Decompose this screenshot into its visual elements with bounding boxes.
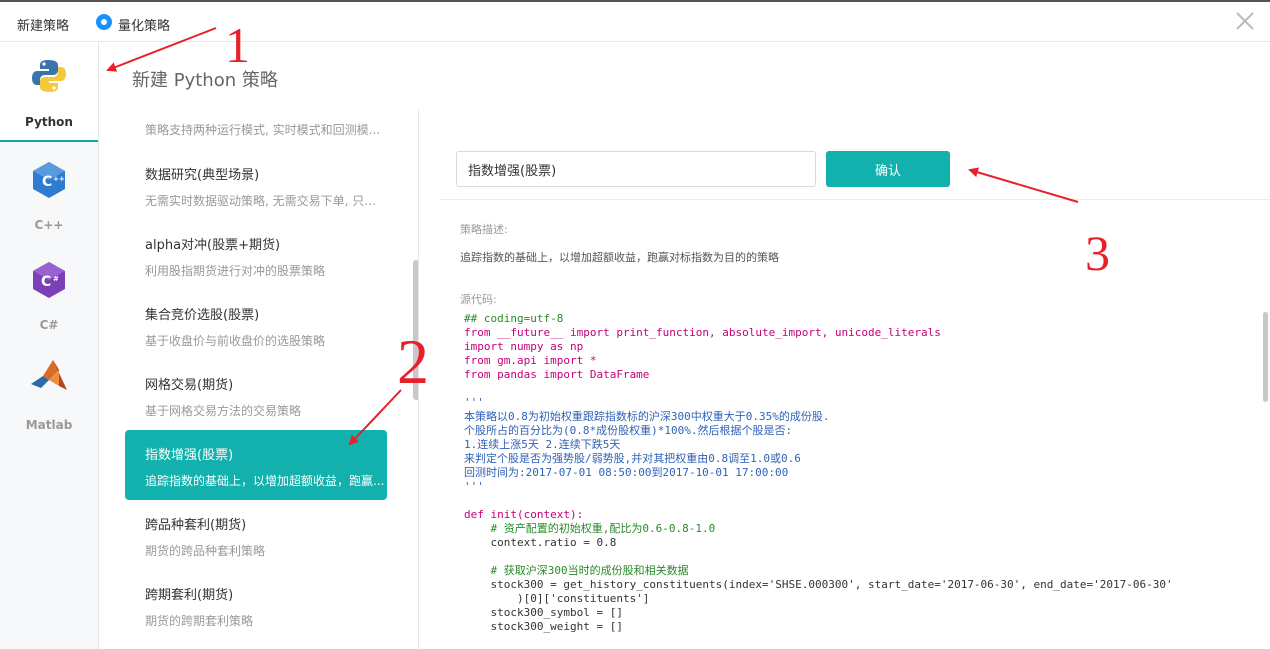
svg-text:#: # [53, 275, 59, 283]
cpp-icon: C ++ [33, 162, 65, 198]
strategy-title: alpha对冲(股票+期货) [145, 238, 281, 253]
csharp-icon: C # [33, 262, 65, 298]
language-cpp[interactable]: C ++ C++ [0, 152, 98, 242]
strategy-template-list: 策略支持两种运行模式, 实时模式和回测模... 数据研究(典型场景) 无需实时数… [99, 110, 419, 649]
code-line: ''' [464, 396, 484, 409]
strategy-name-input[interactable] [456, 151, 816, 187]
quant-strategy-radio[interactable] [96, 14, 112, 30]
strategy-title: 网格交易(期货) [145, 378, 234, 393]
annotation-number-3: 3 [1085, 225, 1110, 281]
description-text: 追踪指数的基础上，以增加超额收益，跑赢对标指数为目的的策略 [460, 251, 779, 264]
svg-text:C: C [41, 274, 51, 290]
strategy-title: 跨品种套利(期货) [145, 518, 247, 533]
strategy-intro-text: 策略支持两种运行模式, 实时模式和回测模... [145, 123, 381, 137]
close-icon[interactable] [1234, 10, 1256, 32]
code-line: # 资产配置的初始权重,配比为0.6-0.8-1.0 [464, 522, 716, 535]
code-line: from gm.api import * [464, 354, 597, 367]
strategy-item-data-research[interactable]: 数据研究(典型场景) 无需实时数据驱动策略, 无需交易下单, 只是... [125, 150, 387, 220]
strategy-title: 指数增强(股票) [145, 448, 234, 463]
matlab-icon [31, 360, 67, 390]
quant-strategy-label[interactable]: 量化策略 [118, 15, 170, 34]
strategy-item-calendar-spread[interactable]: 跨期套利(期货) 期货的跨期套利策略 [125, 570, 387, 640]
confirm-button[interactable]: 确认 [826, 151, 950, 187]
code-line: from __future__ import print_function, a… [464, 326, 941, 339]
strategy-desc: 基于收盘价与前收盘价的选股策略 [145, 334, 326, 348]
language-label: Python [25, 115, 73, 129]
strategy-title: 集合竞价选股(股票) [145, 308, 260, 323]
code-line: 本策略以0.8为初始权重跟踪指数标的沪深300中权重大于0.35%的成份股. [464, 410, 830, 423]
strategy-title: 数据研究(典型场景) [145, 168, 260, 183]
code-line: context.ratio = 0.8 [464, 536, 617, 549]
code-line: stock300_weight = [] [464, 620, 623, 633]
source-code-label: 源代码: [460, 293, 497, 306]
code-scrollbar[interactable] [1263, 312, 1268, 402]
strategy-desc: 利用股指期货进行对冲的股票策略 [145, 264, 326, 278]
strategy-item-call-auction[interactable]: 集合竞价选股(股票) 基于收盘价与前收盘价的选股策略 [125, 290, 387, 360]
strategy-desc: 追踪指数的基础上，以增加超额收益，跑赢... [145, 474, 385, 488]
language-label: Matlab [25, 418, 73, 432]
code-line: 个股所占的百分比为(0.8*成份股权重)*100%.然后根据个股是否: [464, 424, 793, 437]
code-line: def init(context): [464, 508, 584, 521]
dialog-title: 新建策略 [17, 19, 70, 34]
strategy-desc: 期货的跨品种套利策略 [145, 544, 266, 558]
language-label: C++ [34, 218, 64, 232]
description-label: 策略描述: [460, 223, 508, 236]
code-line: 1.连续上涨5天 2.连续下跌5天 [464, 438, 621, 451]
strategy-desc: 无需实时数据驱动策略, 无需交易下单, 只是... [145, 194, 385, 208]
new-strategy-dialog: 新建策略 量化策略 Python C ++ C++ C # C# Matlab … [0, 0, 1270, 649]
svg-text:C: C [42, 174, 52, 190]
code-line: 来判定个股是否为强势股/弱势股,并对其把权重由0.8调至1.0或0.6 [464, 452, 801, 465]
strategy-item-alpha-hedge[interactable]: alpha对冲(股票+期货) 利用股指期货进行对冲的股票策略 [125, 220, 387, 290]
strategy-detail-panel: 确认 策略描述: 追踪指数的基础上，以增加超额收益，跑赢对标指数为目的的策略 源… [420, 110, 1270, 649]
python-icon [32, 60, 66, 92]
annotation-number-1: 1 [225, 17, 250, 73]
strategy-item-grid-trading[interactable]: 网格交易(期货) 基于网格交易方法的交易策略 [125, 360, 387, 430]
code-line: stock300 = get_history_constituents(inde… [464, 578, 1173, 591]
strategy-desc: 基于网格交易方法的交易策略 [145, 404, 302, 418]
code-line: ## coding=utf-8 [464, 312, 564, 325]
code-line: # 获取沪深300当时的成份股和相关数据 [464, 564, 689, 577]
strategy-item-index-enhance[interactable]: 指数增强(股票) 追踪指数的基础上，以增加超额收益，跑赢... [125, 430, 387, 500]
svg-text:++: ++ [53, 175, 65, 183]
language-python[interactable]: Python [0, 42, 98, 142]
source-code-block[interactable]: ## coding=utf-8 from __future__ import pr… [464, 312, 1254, 634]
code-line: import numpy as np [464, 340, 584, 353]
language-label: C# [39, 318, 59, 332]
strategy-desc: 期货的跨期套利策略 [145, 614, 254, 628]
annotation-number-2: 2 [397, 326, 429, 397]
code-line: stock300_symbol = [] [464, 606, 623, 619]
strategy-title: 跨期套利(期货) [145, 588, 234, 603]
language-matlab[interactable]: Matlab [0, 352, 98, 442]
code-line: from pandas import DataFrame [464, 368, 650, 381]
code-line: ''' [464, 480, 484, 493]
page-title: 新建 Python 策略 [132, 70, 278, 91]
strategy-item-cross-variety[interactable]: 跨品种套利(期货) 期货的跨品种套利策略 [125, 500, 387, 570]
code-line: 回测时间为:2017-07-01 08:50:00到2017-10-01 17:… [464, 466, 789, 479]
divider [440, 199, 1270, 200]
dialog-header: 新建策略 量化策略 [0, 0, 1270, 42]
language-csharp[interactable]: C # C# [0, 252, 98, 342]
code-line: )[0]['constituents'] [464, 592, 650, 605]
language-sidebar: Python C ++ C++ C # C# Matlab [0, 42, 99, 649]
